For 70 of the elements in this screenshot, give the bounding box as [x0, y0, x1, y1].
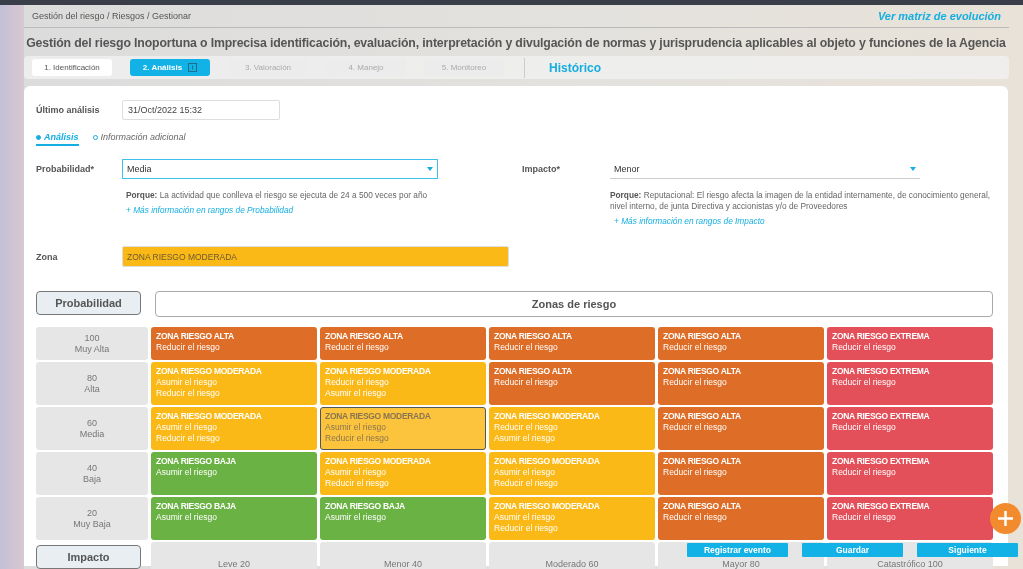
probability-name: Muy Alta	[74, 343, 110, 355]
dropdown-field[interactable]: Menor	[610, 159, 920, 179]
risk-zone-cell[interactable]: ZONA RIESGO EXTREMA Reducir el riesgo	[827, 407, 993, 450]
risk-zone-cell[interactable]: ZONA RIESGO ALTA Reducir el riesgo	[489, 362, 655, 405]
action-button[interactable]: Guardar	[802, 543, 903, 557]
zone-field: ZONA RIESGO MODERADA	[122, 246, 509, 267]
risk-zone-cell[interactable]: ZONA RIESGO ALTA Reducir el riesgo	[658, 497, 824, 540]
risk-zone-cell[interactable]: ZONA RIESGO ALTA Reducir el riesgo	[151, 327, 317, 360]
breadcrumb: Gestión del riesgo / Riesgos / Gestionar	[32, 11, 192, 21]
risk-zone-cell[interactable]: ZONA RIESGO MODERADA Reducir el riesgo Asumir el riesgo	[320, 362, 486, 405]
risk-zone-cell[interactable]: ZONA RIESGO EXTREMA Reducir el riesgo	[827, 452, 993, 495]
add-button[interactable]	[990, 503, 1021, 534]
probability-name: Baja	[83, 473, 101, 485]
risk-zone-cell[interactable]: ZONA RIESGO MODERADA Asumir el riesgo Reducir el riesgo	[151, 407, 317, 450]
probability-value: 100	[84, 332, 100, 344]
caret-icon	[910, 166, 916, 171]
info-icon[interactable]	[188, 63, 198, 72]
dropdown-field[interactable]: Media	[122, 159, 438, 179]
probability-value: 80	[87, 372, 97, 384]
info-link[interactable]: + Más información en rangos de Probabilidad	[126, 205, 446, 215]
impact-label: Leve 20	[151, 542, 317, 569]
field-label: Probabilidad*	[36, 164, 95, 174]
risk-zone-cell[interactable]: ZONA RIESGO BAJA Asumir el riesgo	[320, 497, 486, 540]
risk-zone-cell[interactable]: ZONA RIESGO ALTA Reducir el riesgo	[658, 327, 824, 360]
radio-icon	[36, 134, 41, 140]
risk-zone-cell[interactable]: ZONA RIESGO MODERADA Asumir el riesgo Reducir el riesgo	[151, 362, 317, 405]
probability-name: Alta	[84, 383, 100, 395]
field-label: Impacto*	[522, 164, 561, 174]
probability-name: Muy Baja	[73, 518, 111, 530]
analysis-tab[interactable]: Información adicional	[92, 132, 186, 146]
probability-value: 40	[87, 462, 97, 474]
step-tab[interactable]: 1. Identificación	[32, 59, 112, 76]
probability-value: 60	[87, 417, 97, 429]
impact-header: Impacto	[36, 545, 141, 569]
risk-zone-cell[interactable]: ZONA RIESGO EXTREMA Reducir el riesgo	[827, 362, 993, 405]
risk-zone-cell[interactable]: ZONA RIESGO EXTREMA Reducir el riesgo	[827, 497, 993, 540]
risk-zone-cell[interactable]: ZONA RIESGO MODERADA Asumir el riesgo Reducir el riesgo	[489, 497, 655, 540]
probability-value: 20	[87, 507, 97, 519]
date-field[interactable]: 31/Oct/2022 15:32	[122, 100, 280, 120]
impact-label: Menor 40	[320, 542, 486, 569]
risk-zone-cell[interactable]: ZONA RIESGO MODERADA Asumir el riesgo Reducir el riesgo	[320, 452, 486, 495]
risk-zone-cell[interactable]: ZONA RIESGO EXTREMA Reducir el riesgo	[827, 327, 993, 360]
page-title: Gestión del riesgo Inoportuna o Imprecisa identificación, evaluación, interpretación y divulgación de normas y jurisprudencia aplicables al objeto y funciones de la Agencia	[25, 36, 1007, 50]
risk-zone-cell[interactable]: ZONA RIESGO ALTA Reducir el riesgo	[658, 362, 824, 405]
risk-zone-cell[interactable]: ZONA RIESGO ALTA Reducir el riesgo	[489, 327, 655, 360]
probability-header: Probabilidad	[36, 291, 141, 315]
zones-header: Zonas de riesgo	[155, 291, 993, 317]
analysis-tab[interactable]: Análisis	[36, 132, 79, 146]
field-label: Zona	[36, 251, 59, 262]
risk-zone-cell[interactable]: ZONA RIESGO ALTA Reducir el riesgo	[658, 452, 824, 495]
action-button[interactable]: Registrar evento	[687, 543, 788, 557]
reason-text: Porque: La actividad que conlleva el riesgo se ejecuta de 24 a 500 veces por año	[126, 190, 429, 201]
risk-zone-cell[interactable]: ZONA RIESGO MODERADA Asumir el riesgo Reducir el riesgo	[320, 407, 486, 450]
risk-zone-cell[interactable]: ZONA RIESGO ALTA Reducir el riesgo	[320, 327, 486, 360]
caret-icon	[427, 167, 433, 171]
risk-zone-cell[interactable]: ZONA RIESGO MODERADA Asumir el riesgo Reducir el riesgo	[489, 452, 655, 495]
reason-text: Porque: Reputacional: El riesgo afecta la imagen de la entidad internamente, de conocimiento general, nivel interno, de junta Directiva y accionistas y/o de Proveedores	[610, 190, 992, 212]
probability-name: Media	[79, 428, 105, 440]
plus-icon	[997, 510, 1014, 527]
history-link[interactable]: Histórico	[549, 60, 601, 75]
evolution-link[interactable]: Ver matriz de evolución	[877, 10, 1001, 22]
risk-zone-cell[interactable]: ZONA RIESGO MODERADA Reducir el riesgo Asumir el riesgo	[489, 407, 655, 450]
risk-zone-cell[interactable]: ZONA RIESGO BAJA Asumir el riesgo	[151, 497, 317, 540]
step-tab[interactable]: 2. Análisis	[130, 59, 210, 76]
action-button[interactable]: Siguiente	[917, 543, 1018, 557]
risk-zone-cell[interactable]: ZONA RIESGO ALTA Reducir el riesgo	[658, 407, 824, 450]
info-link[interactable]: + Más información en rangos de Impacto	[614, 216, 996, 226]
impact-label: Moderado 60	[489, 542, 655, 569]
risk-zone-cell[interactable]: ZONA RIESGO BAJA Asumir el riesgo	[151, 452, 317, 495]
field-label: Último análisis	[36, 105, 101, 115]
